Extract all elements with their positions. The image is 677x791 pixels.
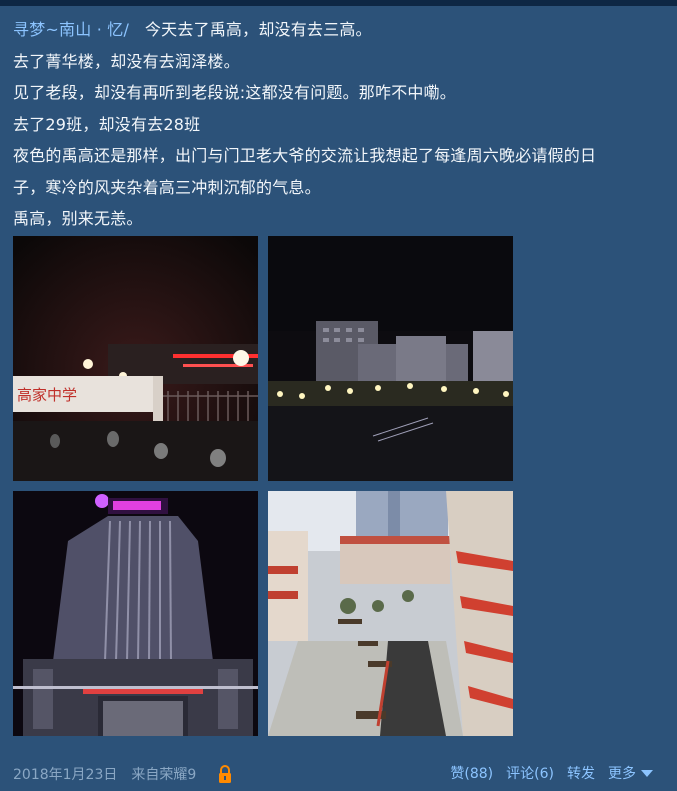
post-line-1: 寻梦~南山 · 忆/ 今天去了禹高，却没有去三高。 bbox=[13, 14, 653, 46]
post-line-2: 去了菁华楼，却没有去润泽楼。 bbox=[13, 51, 240, 71]
more-label: 更多 bbox=[608, 766, 636, 782]
comment-button[interactable]: 评论(6) bbox=[506, 763, 554, 783]
photo-school-gate-image: 高家中学 bbox=[13, 236, 258, 481]
post-actions: 赞(88) 评论(6) 转发 更多 bbox=[437, 763, 653, 783]
post-line-7: 禹高，别来无恙。 bbox=[13, 209, 143, 228]
more-button[interactable]: 更多 bbox=[608, 763, 653, 783]
post-line-6: 子，寒冷的风夹杂着高三冲刺沉郁的气息。 bbox=[13, 177, 321, 197]
author-link[interactable]: 寻梦~南山 · 忆 bbox=[13, 20, 123, 39]
photo-campus-plaza[interactable] bbox=[268, 236, 513, 481]
lock-icon bbox=[218, 765, 232, 783]
chevron-down-icon bbox=[641, 769, 653, 777]
share-button[interactable]: 转发 bbox=[567, 763, 595, 783]
photo-courtyard[interactable] bbox=[268, 491, 513, 736]
post-footer: 2018年1月23日 来自荣耀9 赞(88) 评论(6) 转发 更多 bbox=[13, 763, 665, 785]
post-line-1-text: 今天去了禹高，却没有去三高。 bbox=[144, 20, 372, 39]
post-card: 寻梦~南山 · 忆/ 今天去了禹高，却没有去三高。 去了菁华楼，却没有去润泽楼。… bbox=[0, 6, 677, 791]
photo-tower-building[interactable] bbox=[13, 491, 258, 736]
post-date[interactable]: 2018年1月23日 bbox=[13, 764, 117, 784]
post-line-4: 去了29班，却没有去28班 bbox=[13, 114, 201, 134]
like-button[interactable]: 赞(88) bbox=[450, 763, 493, 783]
gate-sign-text: 高家中学 bbox=[17, 386, 77, 404]
photo-tower-building-image bbox=[13, 491, 258, 736]
photo-courtyard-image bbox=[268, 491, 513, 736]
photo-campus-plaza-image bbox=[268, 236, 513, 481]
author-separator: / bbox=[123, 20, 130, 39]
post-text: 寻梦~南山 · 忆/ 今天去了禹高，却没有去三高。 去了菁华楼，却没有去润泽楼。… bbox=[13, 14, 653, 235]
post-source: 来自荣耀9 bbox=[131, 767, 197, 783]
post-line-3: 见了老段，却没有再听到老段说:这都没有问题。那咋不中嘞。 bbox=[13, 83, 456, 102]
post-line-5: 夜色的禹高还是那样，出门与门卫老大爷的交流让我想起了每逢周六晚必请假的日 bbox=[13, 146, 597, 165]
photo-school-gate[interactable]: 高家中学 bbox=[13, 236, 258, 481]
